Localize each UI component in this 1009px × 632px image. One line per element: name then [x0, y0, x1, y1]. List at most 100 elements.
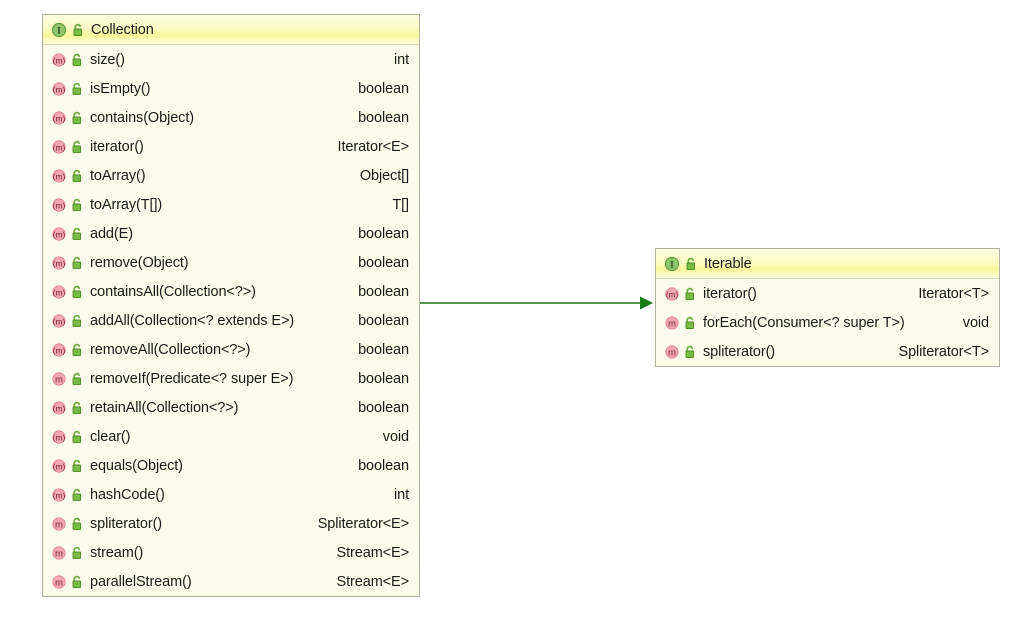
public-unlocked-icon	[70, 255, 84, 271]
uml-member-name: spliterator()	[90, 515, 163, 532]
uml-member-name: clear()	[90, 428, 131, 445]
abstract-method-icon: (m)	[51, 197, 67, 213]
uml-member-row[interactable]: (m) toArray() Object[]	[43, 161, 419, 190]
abstract-method-icon: (m)	[664, 286, 680, 302]
public-unlocked-icon	[683, 286, 697, 302]
uml-member-name: toArray(T[])	[90, 196, 163, 213]
uml-member-type: void	[382, 428, 409, 445]
abstract-method-icon: (m)	[51, 400, 67, 416]
uml-member-type: Stream<E>	[336, 573, 410, 590]
abstract-method-icon: (m)	[51, 429, 67, 445]
uml-member-row[interactable]: (m) containsAll(Collection<?>) boolean	[43, 277, 419, 306]
svg-text:(m): (m)	[53, 113, 66, 123]
uml-member-row[interactable]: (m) size() int	[43, 45, 419, 74]
uml-member-row[interactable]: m spliterator() Spliterator<E>	[43, 509, 419, 538]
uml-member-row[interactable]: (m) addAll(Collection<? extends E>) boole…	[43, 306, 419, 335]
abstract-method-icon: (m)	[51, 110, 67, 126]
public-unlocked-icon	[70, 487, 84, 503]
uml-member-type: boolean	[358, 341, 409, 358]
uml-member-name: stream()	[90, 544, 144, 561]
abstract-method-icon: (m)	[51, 458, 67, 474]
uml-member-type: boolean	[358, 225, 409, 242]
svg-text:(m): (m)	[666, 289, 679, 299]
public-unlocked-icon	[70, 81, 84, 97]
uml-member-row[interactable]: (m) iterator() Iterator<T>	[656, 279, 999, 308]
uml-node-header-collection[interactable]: I Collection	[43, 15, 419, 45]
svg-text:(m): (m)	[53, 171, 66, 181]
uml-member-row[interactable]: (m) add(E) boolean	[43, 219, 419, 248]
edge-arrowhead-icon	[640, 296, 653, 310]
uml-member-type: Spliterator<E>	[317, 515, 409, 532]
uml-node-iterable[interactable]: I Iterable (m) iterator() Iterator<T> m f…	[655, 248, 1000, 367]
svg-text:m: m	[55, 519, 63, 530]
uml-member-name: add(E)	[90, 225, 133, 242]
uml-member-name: spliterator()	[703, 343, 776, 360]
uml-node-header-iterable[interactable]: I Iterable	[656, 249, 999, 279]
public-unlocked-icon	[70, 139, 84, 155]
svg-text:(m): (m)	[53, 229, 66, 239]
uml-member-row[interactable]: (m) removeAll(Collection<?>) boolean	[43, 335, 419, 364]
svg-text:m: m	[55, 577, 63, 588]
uml-edge-collection-extends-iterable[interactable]	[420, 296, 653, 310]
svg-text:m: m	[55, 374, 63, 385]
abstract-method-icon: (m)	[51, 226, 67, 242]
uml-member-row[interactable]: m parallelStream() Stream<E>	[43, 567, 419, 596]
public-unlocked-icon	[70, 574, 84, 590]
svg-text:I: I	[670, 260, 674, 270]
uml-member-name: size()	[90, 51, 125, 68]
svg-text:(m): (m)	[53, 142, 66, 152]
svg-text:(m): (m)	[53, 403, 66, 413]
uml-member-type: boolean	[358, 109, 409, 126]
uml-member-row[interactable]: m spliterator() Spliterator<T>	[656, 337, 999, 366]
uml-member-row[interactable]: (m) retainAll(Collection<?>) boolean	[43, 393, 419, 422]
uml-member-type: Object[]	[359, 167, 409, 184]
default-method-icon: m	[51, 574, 67, 590]
svg-text:I: I	[57, 26, 61, 36]
uml-member-name: iterator()	[90, 138, 144, 155]
public-unlocked-icon	[70, 52, 84, 68]
uml-member-row[interactable]: (m) equals(Object) boolean	[43, 451, 419, 480]
uml-member-row[interactable]: (m) contains(Object) boolean	[43, 103, 419, 132]
interface-icon: I	[51, 22, 67, 38]
uml-member-name: forEach(Consumer<? super T>)	[703, 314, 905, 331]
uml-member-row[interactable]: m removeIf(Predicate<? super E>) boolean	[43, 364, 419, 393]
uml-node-title: Iterable	[704, 255, 752, 272]
svg-text:(m): (m)	[53, 345, 66, 355]
uml-member-type: boolean	[358, 457, 409, 474]
public-unlocked-icon	[70, 371, 84, 387]
public-unlocked-icon	[71, 22, 85, 38]
uml-member-type: Stream<E>	[336, 544, 410, 561]
uml-member-row[interactable]: (m) toArray(T[]) T[]	[43, 190, 419, 219]
public-unlocked-icon	[683, 344, 697, 360]
public-unlocked-icon	[70, 110, 84, 126]
svg-text:m: m	[55, 548, 63, 559]
svg-text:(m): (m)	[53, 490, 66, 500]
uml-member-name: parallelStream()	[90, 573, 192, 590]
uml-node-collection[interactable]: I Collection (m) size() int (m) isEmpty()…	[42, 14, 420, 597]
svg-text:(m): (m)	[53, 84, 66, 94]
uml-member-row[interactable]: m stream() Stream<E>	[43, 538, 419, 567]
uml-member-row[interactable]: (m) isEmpty() boolean	[43, 74, 419, 103]
public-unlocked-icon	[70, 429, 84, 445]
uml-member-name: remove(Object)	[90, 254, 189, 271]
public-unlocked-icon	[70, 545, 84, 561]
svg-text:(m): (m)	[53, 432, 66, 442]
uml-member-name: iterator()	[703, 285, 757, 302]
uml-member-type: boolean	[358, 254, 409, 271]
abstract-method-icon: (m)	[51, 313, 67, 329]
uml-member-name: containsAll(Collection<?>)	[90, 283, 256, 300]
uml-member-name: addAll(Collection<? extends E>)	[90, 312, 295, 329]
abstract-method-icon: (m)	[51, 255, 67, 271]
abstract-method-icon: (m)	[51, 81, 67, 97]
svg-text:(m): (m)	[53, 461, 66, 471]
uml-member-row[interactable]: (m) remove(Object) boolean	[43, 248, 419, 277]
uml-member-row[interactable]: (m) hashCode() int	[43, 480, 419, 509]
uml-member-type: boolean	[358, 283, 409, 300]
svg-text:(m): (m)	[53, 200, 66, 210]
uml-member-row[interactable]: (m) iterator() Iterator<E>	[43, 132, 419, 161]
diagram-canvas: I Collection (m) size() int (m) isEmpty()…	[0, 0, 1009, 632]
uml-member-row[interactable]: (m) clear() void	[43, 422, 419, 451]
uml-node-title: Collection	[91, 21, 154, 38]
uml-member-row[interactable]: m forEach(Consumer<? super T>) void	[656, 308, 999, 337]
uml-member-name: contains(Object)	[90, 109, 194, 126]
